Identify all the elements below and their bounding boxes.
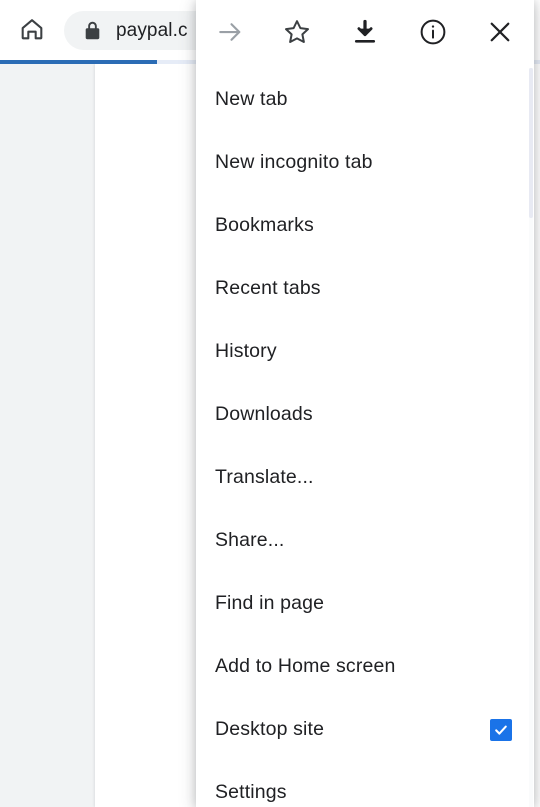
menu-item-label: History bbox=[215, 339, 277, 362]
menu-item-bookmarks[interactable]: Bookmarks bbox=[196, 194, 534, 257]
overflow-menu-list: New tab New incognito tab Bookmarks Rece… bbox=[196, 68, 534, 807]
forward-button[interactable] bbox=[196, 0, 264, 68]
desktop-site-checkbox[interactable] bbox=[490, 718, 512, 741]
forward-arrow-icon bbox=[215, 17, 245, 52]
overflow-menu: New tab New incognito tab Bookmarks Rece… bbox=[196, 0, 534, 807]
url-text: paypal.c bbox=[116, 20, 188, 41]
menu-item-find-in-page[interactable]: Find in page bbox=[196, 572, 534, 635]
menu-item-translate[interactable]: Translate... bbox=[196, 446, 534, 509]
menu-item-desktop-site[interactable]: Desktop site bbox=[196, 698, 534, 761]
menu-item-label: New tab bbox=[215, 87, 288, 110]
menu-item-label: Downloads bbox=[215, 402, 313, 425]
menu-item-label: Add to Home screen bbox=[215, 654, 396, 677]
menu-item-label: Bookmarks bbox=[215, 213, 314, 236]
menu-item-label: New incognito tab bbox=[215, 150, 373, 173]
download-icon bbox=[350, 17, 380, 52]
menu-item-recent-tabs[interactable]: Recent tabs bbox=[196, 257, 534, 320]
lock-icon bbox=[84, 21, 101, 40]
menu-item-history[interactable]: History bbox=[196, 320, 534, 383]
star-icon bbox=[282, 17, 312, 52]
menu-item-add-to-home-screen[interactable]: Add to Home screen bbox=[196, 635, 534, 698]
menu-item-label: Desktop site bbox=[215, 717, 325, 740]
menu-item-label: Settings bbox=[215, 780, 287, 803]
menu-item-label: Find in page bbox=[215, 591, 325, 614]
menu-item-new-tab[interactable]: New tab bbox=[196, 68, 534, 131]
page-load-progress-fill bbox=[0, 60, 157, 64]
browser-window: paypal.c New tab New incognito tab Bookm… bbox=[0, 0, 540, 807]
bookmark-button[interactable] bbox=[264, 0, 332, 68]
close-icon bbox=[485, 17, 515, 52]
menu-item-label: Translate... bbox=[215, 465, 314, 488]
info-icon bbox=[418, 17, 448, 52]
overflow-menu-scrollbar[interactable] bbox=[529, 68, 533, 807]
download-page-button[interactable] bbox=[331, 0, 399, 68]
page-info-button[interactable] bbox=[399, 0, 467, 68]
menu-item-new-incognito-tab[interactable]: New incognito tab bbox=[196, 131, 534, 194]
overflow-menu-header bbox=[196, 0, 534, 68]
home-button[interactable] bbox=[13, 12, 51, 50]
close-menu-button[interactable] bbox=[466, 0, 534, 68]
menu-item-settings[interactable]: Settings bbox=[196, 761, 534, 807]
menu-item-label: Share... bbox=[215, 528, 285, 551]
home-icon bbox=[19, 16, 45, 47]
menu-item-downloads[interactable]: Downloads bbox=[196, 383, 534, 446]
scrollbar-thumb[interactable] bbox=[529, 68, 533, 218]
menu-item-label: Recent tabs bbox=[215, 276, 321, 299]
menu-item-share[interactable]: Share... bbox=[196, 509, 534, 572]
